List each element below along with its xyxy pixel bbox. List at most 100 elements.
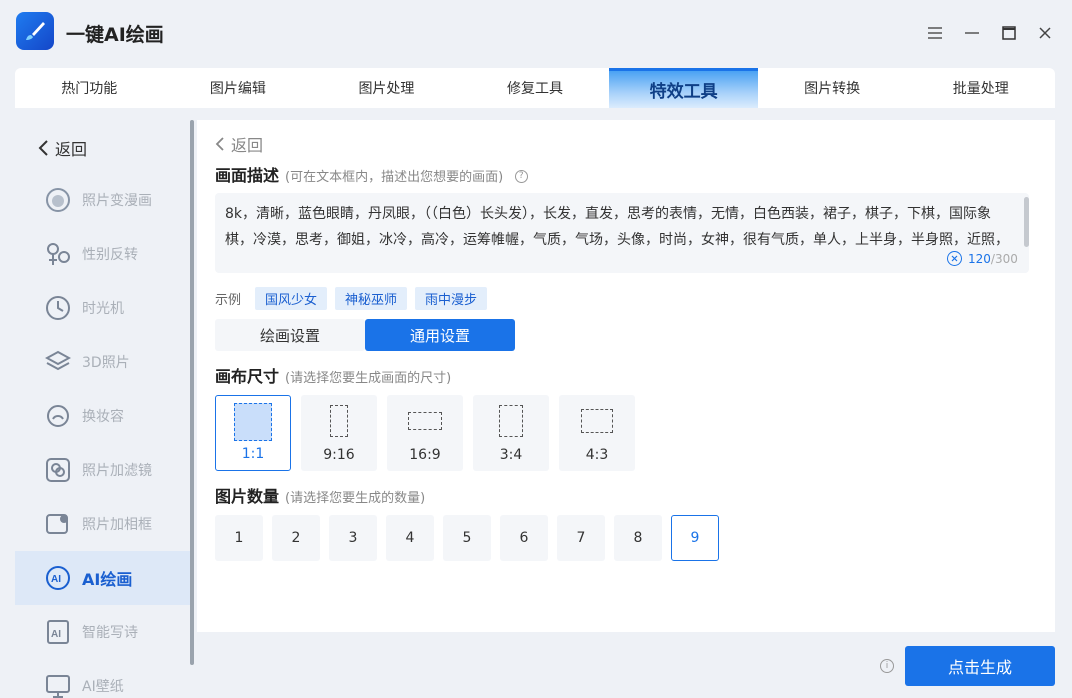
close-icon[interactable] <box>1034 22 1056 44</box>
size-option-9-16[interactable]: 9:16 <box>301 395 377 471</box>
canvas-size-options: 1:1 9:16 16:9 3:4 4:3 <box>215 395 635 471</box>
examples-row: 示例 国风少女 神秘巫师 雨中漫步 <box>215 287 488 310</box>
prompt-scrollbar[interactable] <box>1024 197 1029 247</box>
sidebar-item-ai-poem[interactable]: AI 智能写诗 <box>15 605 191 659</box>
example-chip[interactable]: 雨中漫步 <box>415 287 488 310</box>
sidebar-item-label: 3D照片 <box>82 355 130 371</box>
tab-image-process[interactable]: 图片处理 <box>312 68 461 108</box>
ai-paint-icon: AI <box>45 565 71 591</box>
example-chip[interactable]: 神秘巫师 <box>335 287 408 310</box>
frame-icon <box>45 511 71 537</box>
count-option-selected[interactable]: 9 <box>671 515 719 561</box>
filter-icon <box>45 457 71 483</box>
sidebar-item-label: 换妆容 <box>82 409 124 425</box>
gender-icon <box>45 241 71 267</box>
tab-batch-process[interactable]: 批量处理 <box>906 68 1055 108</box>
sidebar: 返回 照片变漫画 性别反转 时光机 3D照片 换妆容 照片加滤镜 照片加相框 A… <box>15 120 193 698</box>
example-chip[interactable]: 国风少女 <box>255 287 328 310</box>
count-option[interactable]: 7 <box>557 515 605 561</box>
tab-popular[interactable]: 热门功能 <box>15 68 164 108</box>
size-label: 16:9 <box>409 447 441 463</box>
sidebar-item-label: AI绘画 <box>82 570 133 589</box>
main-back-button[interactable]: 返回 <box>215 132 263 156</box>
sidebar-item-ai-paint[interactable]: AI AI绘画 <box>15 551 191 605</box>
count-option[interactable]: 2 <box>272 515 320 561</box>
minimize-icon[interactable] <box>961 22 983 44</box>
svg-text:AI: AI <box>51 574 61 585</box>
size-option-4-3[interactable]: 4:3 <box>559 395 635 471</box>
count-option[interactable]: 3 <box>329 515 377 561</box>
main-panel: 返回 画面描述 (可在文本框内，描述出您想要的画面) ? 8k，清晰，蓝色眼睛，丹… <box>197 120 1055 632</box>
sidebar-item-3d-photo[interactable]: 3D照片 <box>15 335 191 389</box>
tab-repair-tools[interactable]: 修复工具 <box>461 68 610 108</box>
tab-effect-tools[interactable]: 特效工具 <box>609 68 758 108</box>
cartoon-face-icon <box>45 187 71 213</box>
size-label: 3:4 <box>499 447 523 463</box>
count-option[interactable]: 1 <box>215 515 263 561</box>
size-option-3-4[interactable]: 3:4 <box>473 395 549 471</box>
sidebar-item-makeup[interactable]: 换妆容 <box>15 389 191 443</box>
generate-button[interactable]: 点击生成 <box>905 646 1055 686</box>
app-title: 一键AI绘画 <box>66 24 164 46</box>
count-option[interactable]: 8 <box>614 515 662 561</box>
sidebar-item-filter[interactable]: 照片加滤镜 <box>15 443 191 497</box>
description-title: 画面描述 (可在文本框内，描述出您想要的画面) ? <box>215 162 528 186</box>
sidebar-item-time-machine[interactable]: 时光机 <box>15 281 191 335</box>
canvas-size-title-text: 画布尺寸 <box>215 367 280 386</box>
description-title-text: 画面描述 <box>215 166 280 185</box>
image-count-title-text: 图片数量 <box>215 487 280 506</box>
sidebar-item-label: AI壁纸 <box>82 679 124 695</box>
chevron-left-icon <box>215 137 224 151</box>
image-count-title: 图片数量 (请选择您要生成的数量) <box>215 483 425 507</box>
layers-icon <box>45 349 71 375</box>
info-icon[interactable]: i <box>880 659 894 673</box>
count-option[interactable]: 6 <box>500 515 548 561</box>
wallpaper-icon <box>45 673 71 698</box>
chevron-left-icon <box>38 140 48 156</box>
canvas-size-title: 画布尺寸 (请选择您要生成画面的尺寸) <box>215 363 451 387</box>
sidebar-item-label: 照片加滤镜 <box>82 463 152 479</box>
title-bar: 一键AI绘画 <box>0 0 1072 66</box>
sidebar-item-label: 智能写诗 <box>82 625 138 641</box>
ratio-shape <box>234 403 272 441</box>
ratio-shape <box>499 405 523 437</box>
description-hint: (可在文本框内，描述出您想要的画面) <box>285 170 504 185</box>
tab-image-convert[interactable]: 图片转换 <box>758 68 907 108</box>
tab-general-settings[interactable]: 通用设置 <box>365 319 515 351</box>
clear-icon[interactable] <box>947 251 962 266</box>
sidebar-item-label: 时光机 <box>82 301 124 317</box>
count-option[interactable]: 4 <box>386 515 434 561</box>
sidebar-back-button[interactable]: 返回 <box>37 136 87 160</box>
maximize-icon[interactable] <box>998 22 1020 44</box>
image-count-hint: (请选择您要生成的数量) <box>285 491 426 506</box>
settings-tabs: 绘画设置 通用设置 <box>215 319 515 351</box>
tab-paint-settings[interactable]: 绘画设置 <box>215 319 365 351</box>
examples-label: 示例 <box>215 293 242 308</box>
image-count-options: 1 2 3 4 5 6 7 8 9 <box>215 515 719 561</box>
char-counter: 120/300 <box>947 251 1018 266</box>
ratio-shape <box>330 405 348 437</box>
size-label: 9:16 <box>323 447 355 463</box>
ai-poem-icon: AI <box>45 619 71 645</box>
char-count-current: 120 <box>968 251 991 266</box>
sidebar-item-label: 照片加相框 <box>82 517 152 533</box>
sidebar-item-ai-wallpaper[interactable]: AI壁纸 <box>15 659 191 698</box>
sidebar-item-cartoon[interactable]: 照片变漫画 <box>15 173 191 227</box>
menu-icon[interactable] <box>924 22 946 44</box>
clock-icon <box>45 295 71 321</box>
sidebar-item-gender-swap[interactable]: 性别反转 <box>15 227 191 281</box>
main-back-label: 返回 <box>231 136 264 155</box>
help-icon[interactable]: ? <box>514 170 528 183</box>
tab-image-edit[interactable]: 图片编辑 <box>164 68 313 108</box>
svg-text:AI: AI <box>51 629 61 640</box>
size-option-16-9[interactable]: 16:9 <box>387 395 463 471</box>
count-option[interactable]: 5 <box>443 515 491 561</box>
size-option-1-1[interactable]: 1:1 <box>215 395 291 471</box>
canvas-size-hint: (请选择您要生成画面的尺寸) <box>285 371 452 386</box>
sidebar-item-label: 照片变漫画 <box>82 193 152 209</box>
ratio-shape <box>581 409 613 433</box>
prompt-text: 8k，清晰，蓝色眼睛，丹凤眼，（（白色）长头发），长发，直发，思考的表情，无情，… <box>225 206 1009 248</box>
sidebar-scrollbar[interactable] <box>190 120 194 665</box>
sidebar-item-frame[interactable]: 照片加相框 <box>15 497 191 551</box>
prompt-textarea[interactable]: 8k，清晰，蓝色眼睛，丹凤眼，（（白色）长头发），长发，直发，思考的表情，无情，… <box>215 193 1029 273</box>
